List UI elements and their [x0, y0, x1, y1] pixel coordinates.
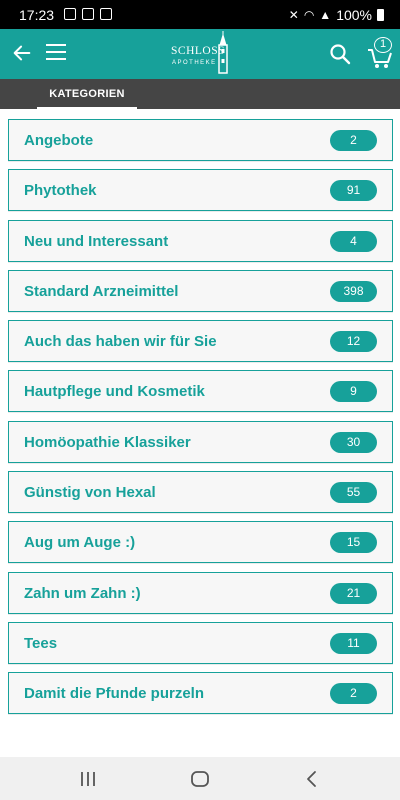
arrow-left-icon[interactable]	[11, 42, 33, 64]
cart-button[interactable]: 1	[366, 37, 396, 68]
battery-icon	[377, 9, 384, 21]
category-label: Hautpflege und Kosmetik	[24, 383, 205, 401]
category-list: Angebote 2 Phytothek 91 Neu und Interessan…	[8, 119, 393, 723]
hamburger-menu-icon[interactable]	[46, 44, 66, 62]
tab-kategorien[interactable]: KATEGORIEN	[37, 79, 137, 109]
category-label: Günstig von Hexal	[24, 484, 156, 502]
category-count-badge: 9	[330, 381, 377, 403]
pharmacy-logo[interactable]: SCHLOSS APOTHEKE	[166, 29, 236, 77]
category-row[interactable]: Hautpflege und Kosmetik 9	[8, 370, 393, 413]
category-row[interactable]: Zahn um Zahn :) 21	[8, 571, 393, 614]
category-count-badge: 21	[330, 582, 377, 604]
category-row[interactable]: Damit die Pfunde purzeln 2	[8, 672, 393, 715]
category-label: Aug um Auge :)	[24, 534, 136, 552]
category-count-badge: 2	[330, 683, 377, 705]
search-icon[interactable]	[328, 42, 352, 66]
logo-line2: APOTHEKE	[172, 60, 217, 66]
category-label: Homöopathie Klassiker	[24, 433, 191, 451]
category-label: Zahn um Zahn :)	[24, 584, 141, 602]
category-count-badge: 15	[330, 532, 377, 554]
category-label: Standard Arzneimittel	[24, 282, 179, 300]
wifi-icon: ◠	[303, 8, 315, 22]
tab-bar: KATEGORIEN	[0, 79, 400, 109]
category-label: Phytothek	[24, 182, 97, 200]
category-count-badge: 12	[330, 331, 377, 353]
tab-label: KATEGORIEN	[49, 88, 125, 100]
mute-icon: ✕	[288, 8, 299, 22]
category-row[interactable]: Homöopathie Klassiker 30	[8, 420, 393, 463]
category-count-badge: 30	[330, 431, 377, 453]
category-label: Neu und Interessant	[24, 232, 169, 250]
image-notification-icon	[64, 8, 76, 20]
category-label: Tees	[24, 634, 58, 652]
category-count-badge: 11	[330, 632, 377, 654]
back-icon[interactable]	[300, 769, 324, 789]
category-count-badge: 55	[330, 482, 377, 504]
category-row[interactable]: Auch das haben wir für Sie 12	[8, 320, 393, 363]
status-time: 17:23	[19, 7, 55, 23]
category-label: Damit die Pfunde purzeln	[24, 685, 205, 703]
active-tab-indicator	[37, 107, 137, 109]
category-count-badge: 2	[330, 130, 377, 151]
category-row[interactable]: Aug um Auge :) 15	[8, 521, 393, 564]
status-bar: 17:23 ✕ ◠ ▲ 100%	[0, 0, 400, 29]
cart-count-badge: 1	[374, 37, 392, 53]
category-count-badge: 398	[330, 280, 377, 302]
app-bar: SCHLOSS APOTHEKE 1	[0, 29, 400, 79]
category-count-badge: 91	[330, 180, 377, 202]
signal-icon: ▲	[319, 8, 332, 22]
tower-logo-icon	[218, 31, 228, 74]
category-row[interactable]: Tees 11	[8, 621, 393, 664]
category-row[interactable]: Günstig von Hexal 55	[8, 471, 393, 514]
weather-notification-icon	[82, 8, 94, 20]
category-label: Auch das haben wir für Sie	[24, 333, 217, 351]
recents-icon[interactable]	[76, 769, 100, 789]
status-right: ✕ ◠ ▲ 100%	[289, 7, 384, 23]
category-label: Angebote	[24, 132, 94, 149]
category-count-badge: 4	[330, 230, 377, 252]
system-nav-bar	[0, 757, 400, 800]
app-notification-icon	[100, 8, 112, 20]
home-icon[interactable]	[188, 769, 212, 789]
notification-icons	[64, 8, 112, 20]
category-row[interactable]: Angebote 2	[8, 119, 393, 161]
category-row[interactable]: Neu und Interessant 4	[8, 219, 393, 262]
category-row[interactable]: Standard Arzneimittel 398	[8, 269, 393, 312]
battery-percentage: 100%	[336, 7, 372, 23]
category-row[interactable]: Phytothek 91	[8, 169, 393, 212]
